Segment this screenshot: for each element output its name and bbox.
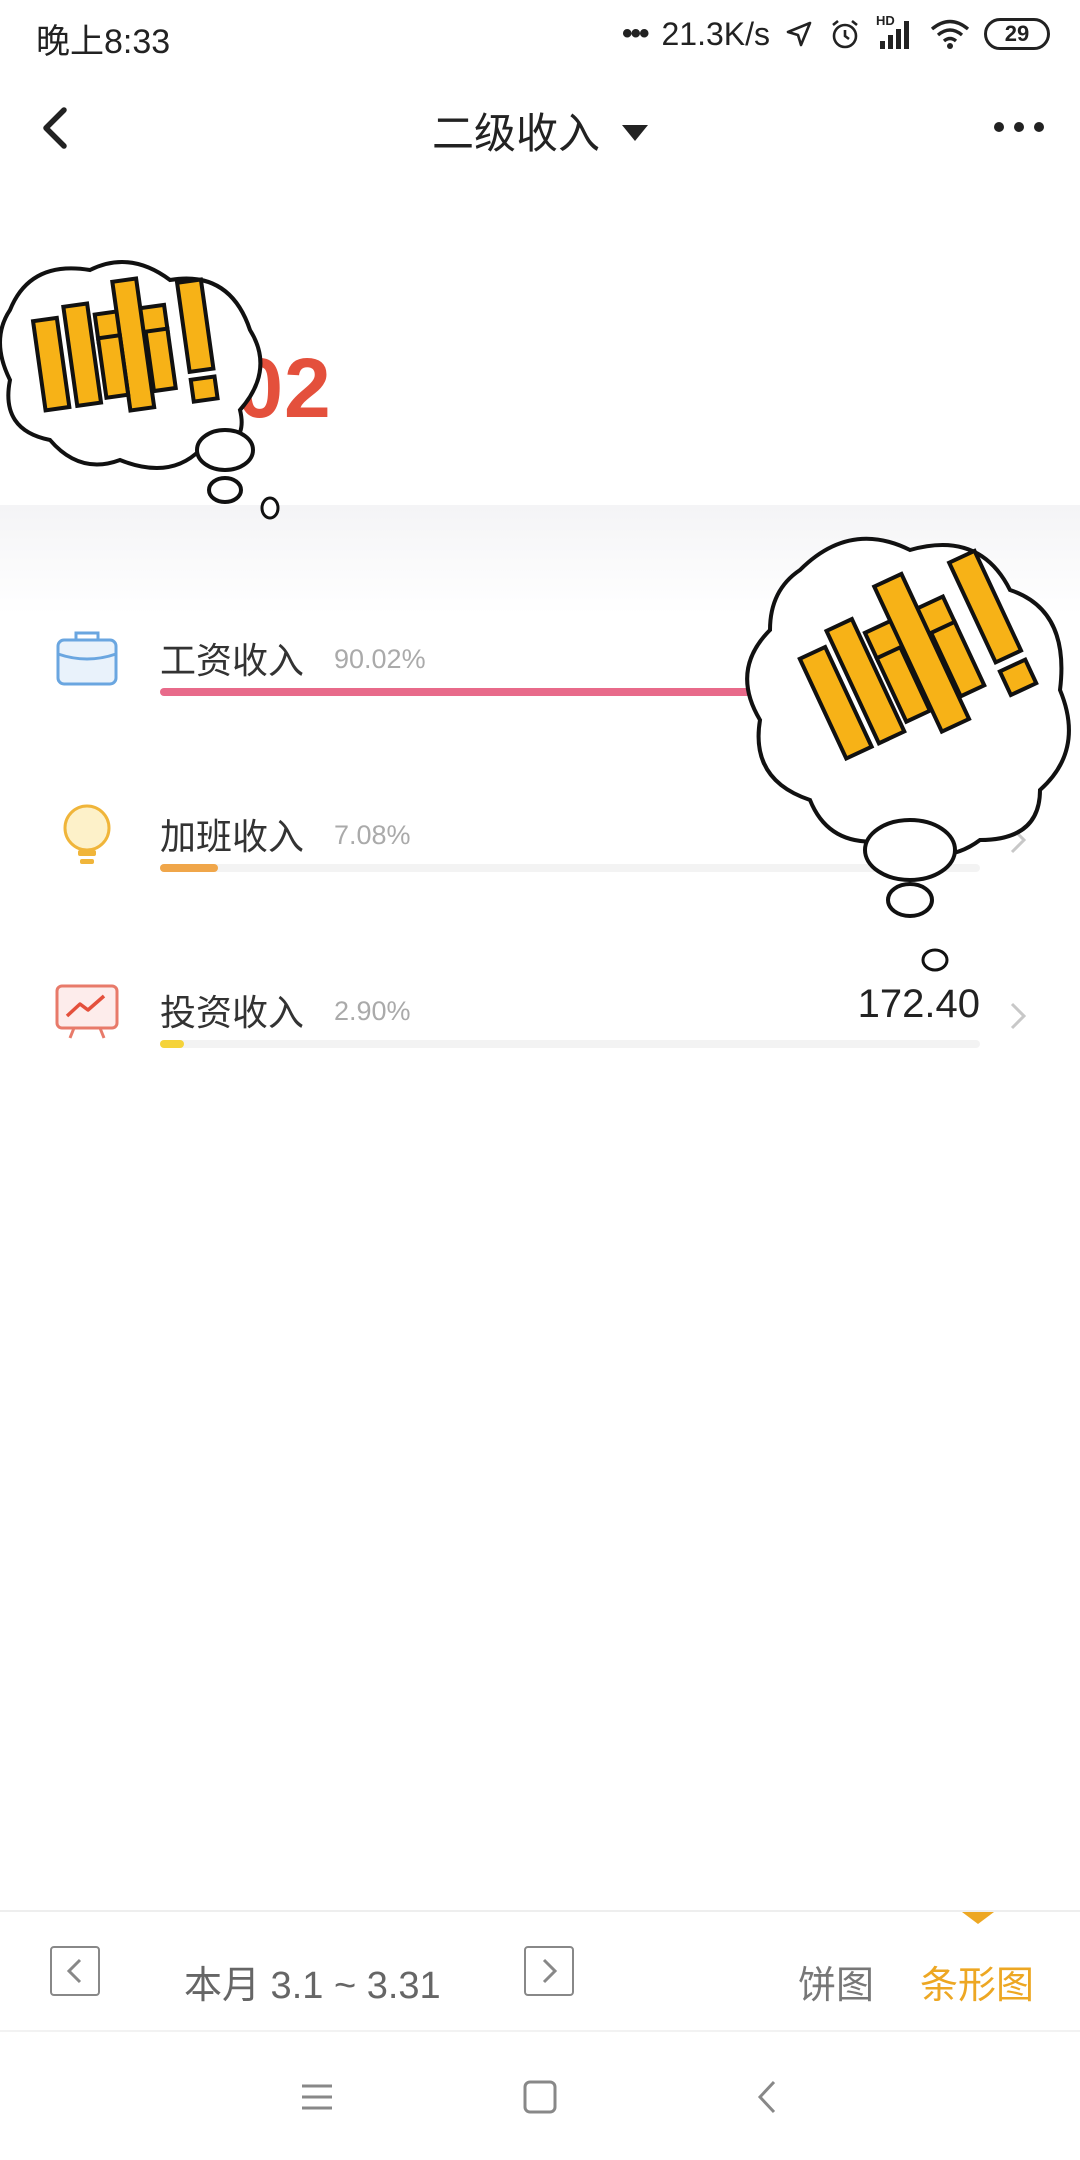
status-icons: ••• 21.3K/s HD 29 xyxy=(622,12,1050,56)
trend-monitor-icon xyxy=(55,984,119,1039)
category-percent: 7.08% xyxy=(334,820,411,850)
category-row-investment[interactable]: 投资收入 2.90% 172.40 xyxy=(0,976,1080,1126)
category-label: 工资收入 xyxy=(160,640,305,681)
category-amount: 172.40 xyxy=(857,982,980,1026)
wifi-icon xyxy=(930,19,970,49)
chevron-right-icon xyxy=(1010,1002,1027,1030)
menu-icon[interactable] xyxy=(292,2072,342,2122)
system-back-icon[interactable] xyxy=(742,2072,792,2122)
sticker-cloud-icon xyxy=(0,260,280,520)
more-options-icon[interactable] xyxy=(994,122,1044,132)
category-percent: 2.90% xyxy=(334,996,411,1026)
tab-bar-chart[interactable]: 条形图 xyxy=(920,1954,1034,2009)
next-period-button[interactable] xyxy=(524,1946,574,1996)
title-dropdown[interactable]: 二级收入 xyxy=(0,100,1080,161)
status-time: 晚上8:33 xyxy=(36,23,171,61)
nav-bar: 二级收入 xyxy=(0,70,1080,186)
sticker-cloud-icon xyxy=(745,536,1071,972)
system-nav-bar xyxy=(0,2030,1080,2160)
previous-period-button[interactable] xyxy=(50,1946,100,1996)
battery-level: 29 xyxy=(1004,21,1030,46)
lightbulb-icon xyxy=(63,804,111,864)
signal-icon: HD xyxy=(876,13,916,51)
alarm-clock-icon xyxy=(832,19,858,49)
more-dots-icon: ••• xyxy=(621,17,649,50)
chevron-left-icon xyxy=(66,1958,82,1984)
status-bar: 晚上8:33 ••• 21.3K/s HD 29 xyxy=(0,0,1080,70)
sticker-shuai-top-left xyxy=(0,250,280,530)
caret-down-icon xyxy=(622,124,648,141)
network-speed: 21.3K/s xyxy=(661,15,770,52)
progress-fill xyxy=(160,1040,184,1048)
location-arrow-icon xyxy=(786,21,812,47)
progress-track xyxy=(160,1040,980,1048)
period-label[interactable]: 本月 3.1 ~ 3.31 xyxy=(184,1954,441,2009)
sticker-shuai-right xyxy=(740,520,1080,980)
category-label: 投资收入 xyxy=(160,992,305,1033)
active-tab-indicator xyxy=(962,1912,994,1924)
progress-fill xyxy=(160,864,219,872)
page-title: 二级收入 xyxy=(431,110,600,157)
category-percent: 90.02% xyxy=(334,644,426,674)
briefcase-icon xyxy=(56,631,118,686)
battery-icon: 29 xyxy=(984,18,1050,50)
home-icon[interactable] xyxy=(515,2072,565,2122)
tab-pie-chart[interactable]: 饼图 xyxy=(798,1954,874,2009)
bottom-toolbar: 本月 3.1 ~ 3.31 饼图 条形图 xyxy=(0,1910,1080,2030)
category-label: 加班收入 xyxy=(160,816,305,857)
chevron-right-icon xyxy=(542,1958,558,1984)
